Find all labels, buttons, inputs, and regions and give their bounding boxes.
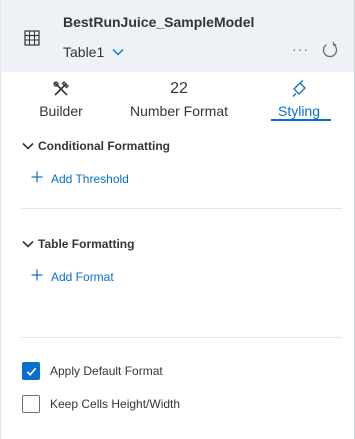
conditional-formatting-title: Conditional Formatting [38,139,170,153]
apply-default-format-checkbox[interactable]: Apply Default Format [22,361,163,381]
table-name: Table1 [63,44,105,60]
tools-icon [37,80,85,98]
conditional-formatting-header[interactable]: Conditional Formatting [22,138,170,154]
tab-builder-label: Builder [39,103,83,119]
add-threshold-button[interactable]: Add Threshold [31,171,129,187]
more-options-button[interactable]: ··· [292,41,312,59]
paint-bucket-icon [273,80,325,98]
model-title: BestRunJuice_SampleModel [63,14,255,30]
chevron-down-icon [22,235,38,253]
number-format-icon: 22 [170,80,188,97]
plus-icon [31,170,51,188]
checkbox-unchecked[interactable] [22,395,40,413]
keep-cells-size-checkbox[interactable]: Keep Cells Height/Width [22,394,180,414]
section-divider [21,337,342,338]
chevron-down-icon [22,137,38,155]
tab-builder[interactable]: Builder [37,80,85,122]
tab-styling[interactable]: Styling [273,80,325,122]
tab-number-format[interactable]: 22 Number Format [127,80,231,122]
table-formatting-title: Table Formatting [38,237,135,251]
section-divider [21,208,342,209]
checkbox-checked[interactable] [22,362,40,380]
apply-default-format-label: Apply Default Format [50,364,163,378]
table-formatting-header[interactable]: Table Formatting [22,236,134,252]
add-format-button[interactable]: Add Format [31,269,114,285]
panel-header: BestRunJuice_SampleModel Table1 ··· [1,0,354,72]
chevron-down-icon [104,43,124,61]
plus-icon [31,268,51,286]
tab-styling-label: Styling [277,103,321,119]
designer-panel: BestRunJuice_SampleModel Table1 ··· Buil… [0,0,355,439]
tab-number-format-label: Number Format [129,103,229,119]
add-threshold-label: Add Threshold [51,172,129,186]
keep-cells-size-label: Keep Cells Height/Width [50,397,181,411]
table-selector[interactable]: Table1 [63,42,124,62]
add-format-label: Add Format [51,270,114,284]
active-tab-indicator [271,119,331,121]
checkmark-icon [26,367,36,376]
